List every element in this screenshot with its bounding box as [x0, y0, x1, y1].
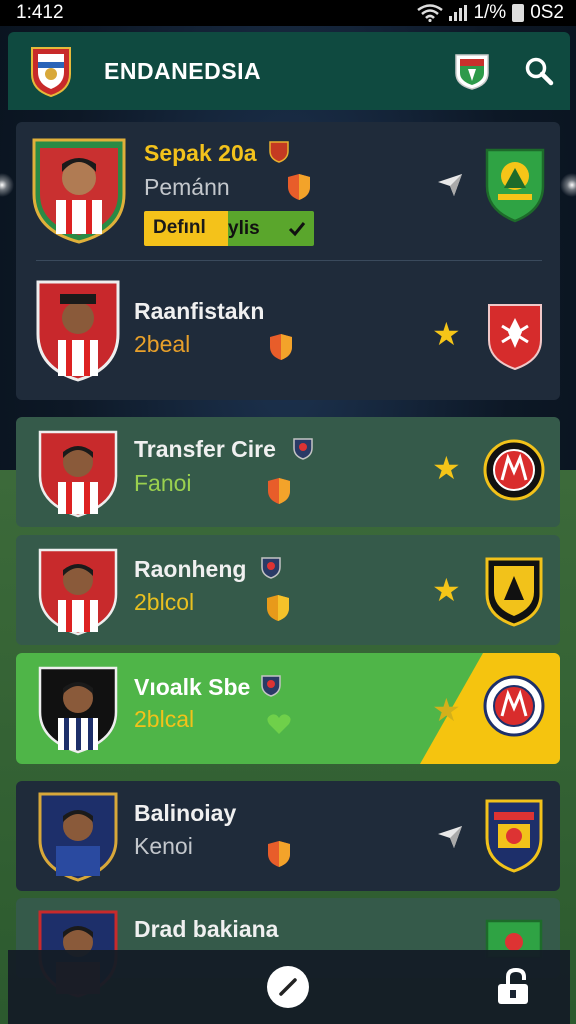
status-extra: 0S2: [530, 2, 564, 23]
status-pill: Defınl ylis: [144, 211, 314, 246]
player-name: Raanfistakn: [134, 298, 265, 324]
club-crest: [485, 557, 543, 627]
federation-logo: [31, 47, 71, 98]
wifi-icon: [417, 4, 444, 22]
app-header: ENDANEDSIA: [8, 32, 570, 110]
page-title: ENDANEDSIA: [104, 57, 262, 84]
player-list: Sepak 20a Pemánn Defınl ylis Raanfistakn…: [0, 0, 576, 1024]
player-position: Kenoi: [134, 833, 193, 859]
search-icon: [525, 57, 554, 86]
shield-icon: [268, 478, 290, 504]
club-crest: [483, 675, 545, 737]
player-avatar: [38, 666, 118, 754]
player-position: 2blcal: [134, 706, 195, 732]
status-time: 1:412: [16, 2, 64, 23]
player-avatar: [36, 280, 120, 382]
club-crest: [483, 439, 545, 501]
player-position: Pemánn: [144, 174, 230, 200]
search-button[interactable]: [522, 54, 556, 88]
status-icons: 1/% 0S2: [417, 2, 564, 24]
star-icon[interactable]: ★: [432, 318, 461, 350]
player-name: Sepak 20a: [144, 140, 257, 166]
lock-icon[interactable]: [494, 966, 536, 1008]
player-name: Raonheng: [134, 556, 247, 582]
club-mini-badge: [261, 557, 281, 579]
club-mini-badge: [269, 141, 289, 163]
player-name: Vıoalk Sbe: [134, 674, 251, 700]
club-crest: [485, 148, 545, 223]
heart-icon[interactable]: [266, 712, 292, 736]
edit-button[interactable]: [267, 966, 309, 1008]
team-badge[interactable]: [454, 51, 490, 91]
signal-icon: [449, 5, 468, 21]
player-avatar: [38, 792, 118, 882]
club-mini-badge: [293, 438, 313, 460]
nav-arrow-icon[interactable]: [436, 172, 464, 198]
edit-icon: [279, 978, 297, 996]
nav-arrow-icon[interactable]: [436, 824, 464, 850]
divider: [36, 260, 542, 261]
shield-icon: [268, 841, 290, 867]
club-crest: [488, 304, 542, 371]
star-icon[interactable]: ★: [432, 574, 461, 606]
player-avatar: [38, 430, 118, 518]
battery-percent: 1/%: [473, 2, 507, 23]
player-position: 2beal: [134, 331, 191, 357]
pill-value: ylis: [228, 211, 314, 246]
shield-icon: [270, 334, 292, 360]
player-avatar: [38, 548, 118, 636]
status-bar: 1:412 1/% 0S2: [0, 0, 576, 26]
shield-icon: [267, 595, 289, 621]
player-name: Drad bakiana: [134, 916, 279, 942]
player-name: Transfer Cire: [134, 436, 276, 462]
star-icon[interactable]: ★: [432, 694, 461, 726]
battery-icon: [512, 4, 525, 22]
player-avatar: [32, 138, 126, 244]
check-icon: [288, 221, 306, 236]
pill-label: Defınl: [144, 211, 228, 246]
player-position: Fanoi: [134, 470, 192, 496]
club-crest: [485, 799, 543, 873]
shield-icon: [288, 174, 310, 200]
player-position: 2blcol: [134, 589, 195, 615]
star-icon[interactable]: ★: [432, 452, 461, 484]
club-mini-badge: [261, 675, 281, 697]
player-name: Balinoiay: [134, 800, 237, 826]
pill-value-text: ylis: [228, 217, 260, 239]
